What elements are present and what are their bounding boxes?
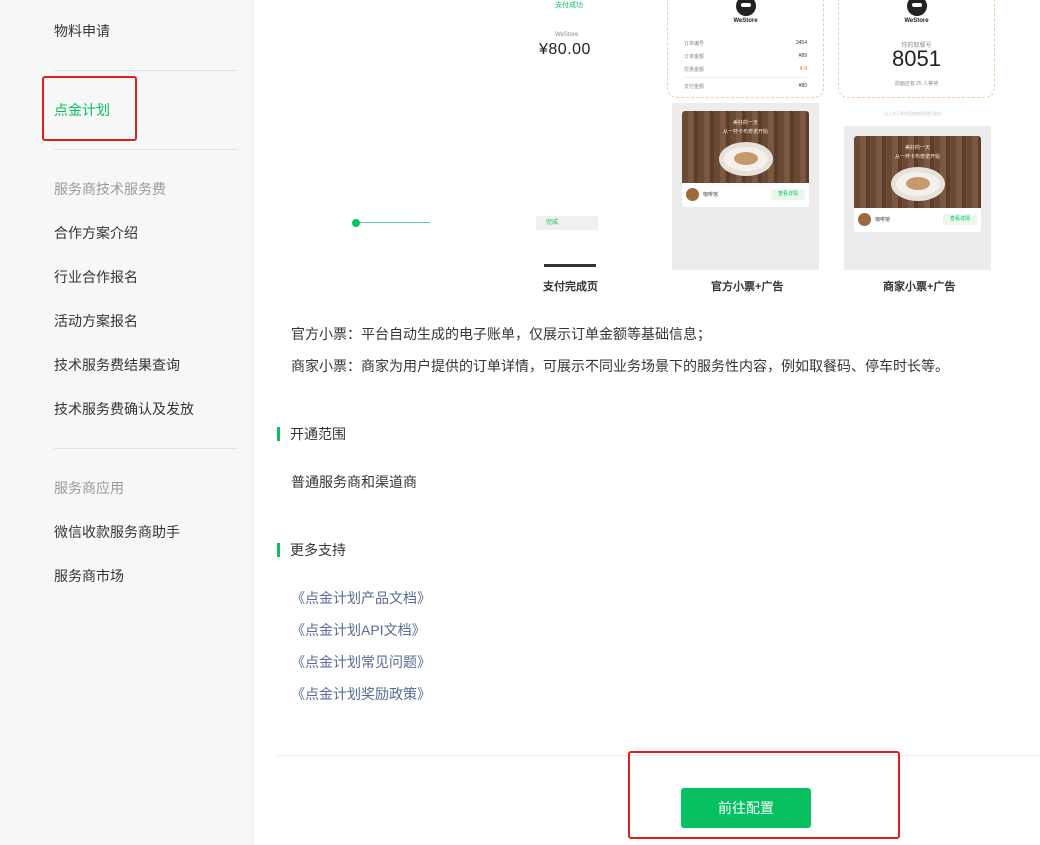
store-name: WeStore: [555, 32, 579, 38]
sidebar: 物料申请 点金计划 服务商技术服务费 合作方案介绍 行业合作报名 活动方案报名 …: [0, 0, 254, 845]
sidebar-item-material-apply[interactable]: 物料申请: [54, 21, 110, 41]
ad-shop-name: 咖啡馆: [703, 192, 719, 198]
sidebar-item-cooperation-intro[interactable]: 合作方案介绍: [54, 223, 138, 243]
coffee-cup-icon: [895, 172, 940, 196]
coffee-cup-icon: [723, 147, 768, 171]
done-connector-line: [360, 222, 430, 223]
section-title-scope: 开通范围: [277, 426, 346, 442]
payment-complete-mock: 支付成功 WeStore ¥80.00 完成: [497, 0, 637, 270]
coffee-photo: 美好的一天 从一杯卡布奇诺开始: [682, 111, 809, 183]
ad-view-details-button: 查看详情: [943, 214, 977, 225]
westore-logo-icon: [736, 0, 756, 16]
ad-card: 美好的一天 从一杯卡布奇诺开始 咖啡馆 查看详情: [682, 111, 809, 207]
link-product-docs[interactable]: 《点金计划产品文档》: [291, 588, 431, 608]
link-reward-policy[interactable]: 《点金计划奖励政策》: [291, 684, 431, 704]
highlight-box-sidebar: [42, 76, 137, 141]
sidebar-divider: [54, 70, 238, 71]
ad-photo-text: 美好的一天 从一杯卡布奇诺开始: [722, 120, 768, 135]
merchant-ad-panel: 美好的一天 从一杯卡布奇诺开始 咖啡馆 查看详情: [844, 126, 991, 270]
receipt-divider: [684, 77, 807, 78]
ad-card: 美好的一天 从一杯卡布奇诺开始 咖啡馆 查看详情: [854, 136, 981, 232]
ad-row: 咖啡馆 查看详情: [686, 187, 805, 203]
main-content: 支付成功 WeStore ¥80.00 完成 WeStore 订单编号 3454 …: [254, 0, 1040, 845]
sidebar-item-fee-confirm[interactable]: 技术服务费确认及发放: [54, 399, 194, 419]
ad-row: 咖啡馆 查看详情: [858, 212, 977, 228]
done-dot: [352, 219, 360, 227]
ad-shop-name: 咖啡馆: [875, 217, 891, 223]
link-faq[interactable]: 《点金计划常见问题》: [291, 652, 431, 672]
section-title-support: 更多支持: [277, 542, 346, 558]
sidebar-group-tech-fee: 服务商技术服务费: [54, 181, 166, 197]
official-ad-panel: 美好的一天 从一杯卡布奇诺开始 咖啡馆 查看详情: [672, 103, 819, 270]
coffee-photo: 美好的一天 从一杯卡布奇诺开始: [854, 136, 981, 208]
queue-number: 8051: [892, 46, 941, 71]
sidebar-group-apps: 服务商应用: [54, 480, 124, 496]
scope-text: 普通服务商和渠道商: [291, 474, 417, 490]
cafe-logo-icon: [858, 213, 871, 226]
sidebar-divider: [54, 149, 238, 150]
sidebar-item-service-market[interactable]: 服务商市场: [54, 566, 124, 586]
ad-view-details-button: 查看详情: [771, 189, 805, 200]
cafe-logo-icon: [686, 188, 699, 201]
receipt-row: 优惠金额 ¥-9: [684, 66, 807, 73]
queue-sub: 前面还有 25 人等待: [894, 81, 939, 87]
sidebar-item-fee-result-query[interactable]: 技术服务费结果查询: [54, 355, 180, 375]
sidebar-item-payment-assistant[interactable]: 微信收款服务商助手: [54, 522, 180, 542]
sidebar-item-industry-signup[interactable]: 行业合作报名: [54, 267, 138, 287]
payment-amount: ¥80.00: [539, 41, 591, 58]
pay-success-text: 支付成功: [555, 2, 583, 9]
active-tab-underline: [544, 264, 596, 267]
done-pill: 完成: [536, 216, 598, 230]
caption-payment-complete: 支付完成页: [543, 281, 598, 293]
official-receipt-card: WeStore 订单编号 3454 订单金额 ¥89 优惠金额 ¥-9 支付金额 ¥80: [667, 0, 824, 98]
receipt-row: 支付金额 ¥80: [684, 83, 807, 90]
go-configure-button[interactable]: 前往配置: [681, 788, 811, 828]
westore-logo-icon: [907, 0, 927, 16]
ad-photo-text: 美好的一天 从一杯卡布奇诺开始: [894, 145, 940, 160]
merchant-receipt-card: WeStore 你的取餐号 8051 前面还有 25 人等待: [838, 0, 995, 98]
sidebar-divider: [54, 448, 238, 449]
official-receipt-description: 官方小票：平台自动生成的电子账单，仅展示订单金额等基础信息；: [291, 326, 711, 342]
receipt-row: 订单编号 3454: [684, 40, 807, 47]
caption-merchant-receipt: 商家小票+广告: [883, 281, 956, 293]
store-name: WeStore: [904, 18, 929, 24]
sidebar-item-activity-signup[interactable]: 活动方案报名: [54, 311, 138, 331]
link-api-docs[interactable]: 《点金计划API文档》: [291, 620, 426, 640]
caption-official-receipt: 官方小票+广告: [711, 281, 784, 293]
receipt-row: 订单金额 ¥89: [684, 53, 807, 60]
merchant-receipt-description: 商家小票：商家为用户提供的订单详情，可展示不同业务场景下的服务性内容，例如取餐码…: [291, 358, 949, 374]
store-name: WeStore: [733, 18, 758, 24]
merchant-note: 以上为订单内容由商家提供 服务: [884, 111, 942, 116]
